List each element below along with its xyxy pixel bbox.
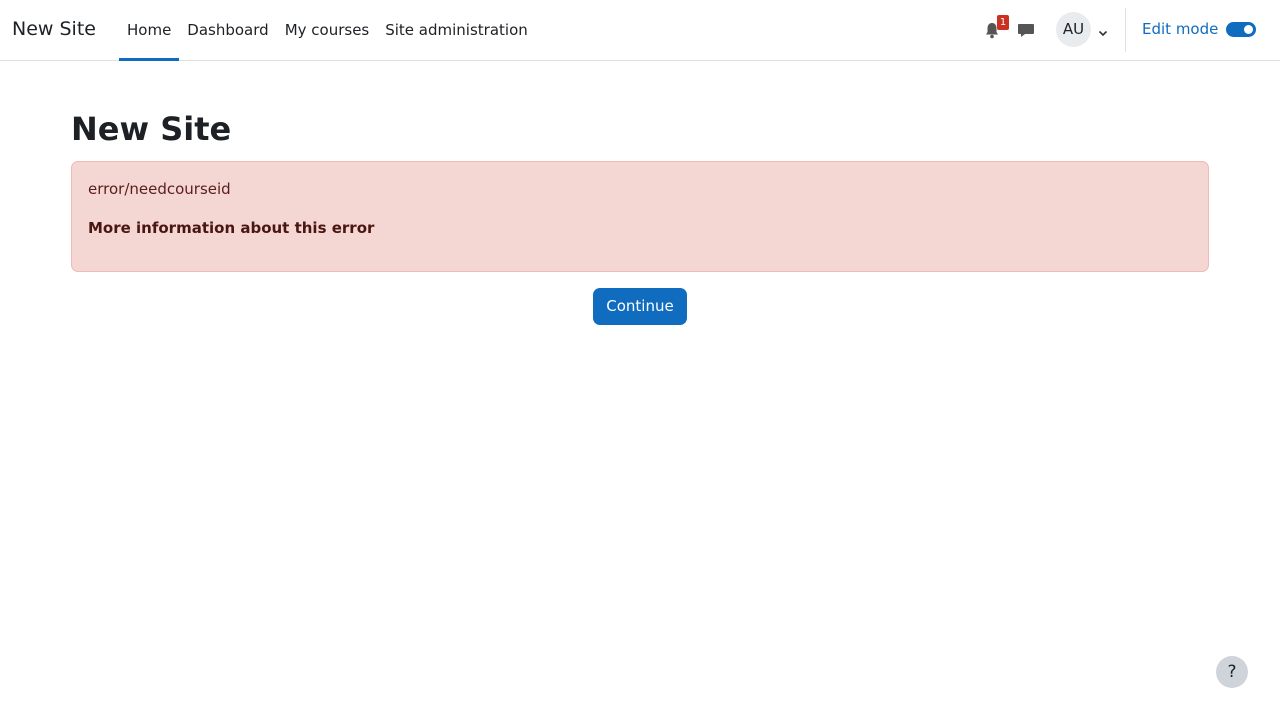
navbar-divider bbox=[1125, 8, 1126, 52]
top-navbar: New Site Home Dashboard My courses Site … bbox=[0, 0, 1280, 61]
toggle-knob bbox=[1244, 25, 1253, 34]
continue-button[interactable]: Continue bbox=[593, 288, 687, 325]
chat-bubble-icon[interactable] bbox=[1015, 19, 1037, 41]
chevron-down-icon[interactable] bbox=[1097, 24, 1109, 37]
primary-navigation: Home Dashboard My courses Site administr… bbox=[119, 0, 536, 61]
notification-count-badge: 1 bbox=[997, 15, 1009, 30]
user-avatar[interactable]: AU bbox=[1056, 12, 1091, 47]
error-alert: error/needcourseid More information abou… bbox=[71, 161, 1209, 272]
nav-item-my-courses[interactable]: My courses bbox=[277, 0, 378, 60]
nav-item-dashboard[interactable]: Dashboard bbox=[179, 0, 276, 60]
nav-item-home[interactable]: Home bbox=[119, 0, 180, 61]
help-button[interactable]: ? bbox=[1216, 656, 1248, 688]
edit-mode-label[interactable]: Edit mode bbox=[1142, 18, 1218, 40]
nav-item-site-administration[interactable]: Site administration bbox=[377, 0, 536, 60]
edit-mode-toggle[interactable] bbox=[1226, 22, 1256, 37]
more-info-link[interactable]: More information about this error bbox=[88, 218, 374, 238]
error-message: error/needcourseid bbox=[88, 180, 231, 198]
site-brand-link[interactable]: New Site bbox=[12, 17, 96, 41]
page-title: New Site bbox=[71, 110, 232, 148]
